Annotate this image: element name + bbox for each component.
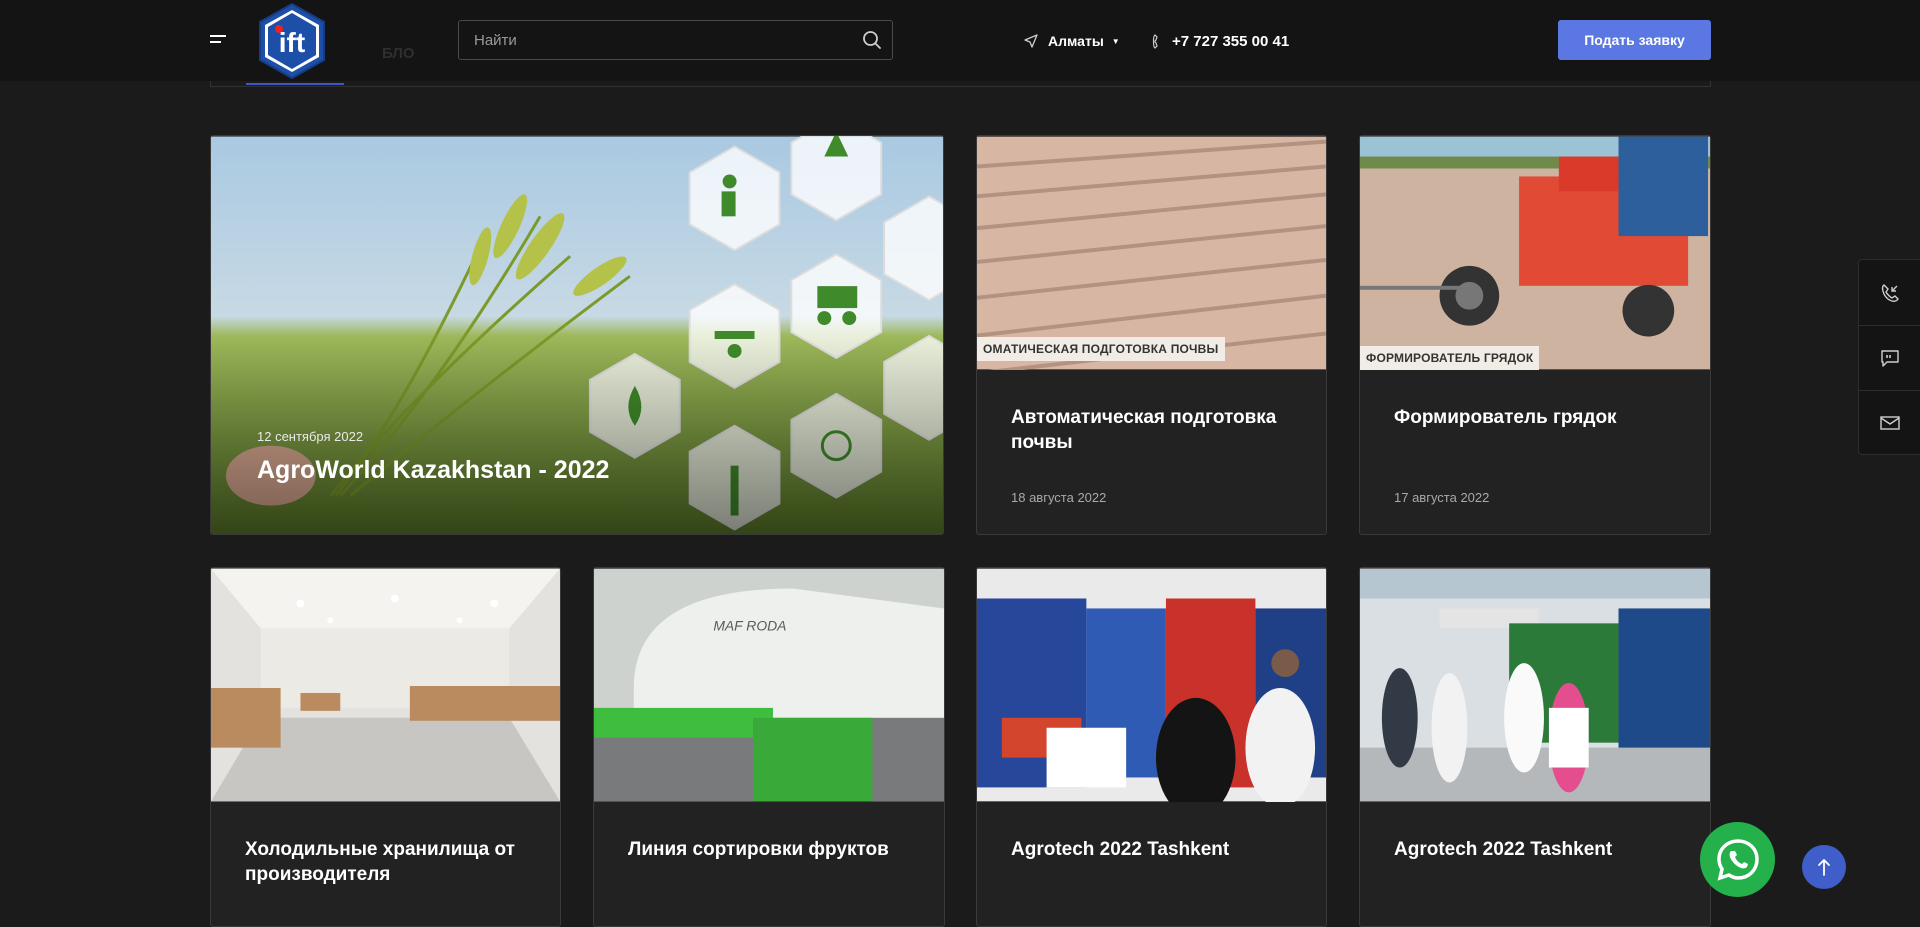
tab-ghost-label[interactable]: БЛО [382,45,415,62]
arrow-up-icon [1818,859,1830,876]
phone-number: +7 727 355 00 41 [1172,32,1290,50]
news-card-title[interactable]: Agrotech 2022 Tashkent [1011,837,1291,862]
news-card-image-tag: ОМАТИЧЕСКАЯ ПОДГОТОВКА ПОЧВЫ [977,337,1225,361]
news-card-image [977,568,1326,802]
side-contact-panel [1858,259,1920,455]
news-card-date: 17 августа 2022 [1394,490,1490,505]
whatsapp-button[interactable] [1700,822,1775,897]
news-card-image [1360,136,1710,370]
news-card-image [211,568,560,802]
news-card[interactable]: ОМАТИЧЕСКАЯ ПОДГОТОВКА ПОЧВЫ Автоматичес… [976,135,1327,535]
whatsapp-icon [1716,838,1759,881]
featured-news-title[interactable]: AgroWorld Kazakhstan - 2022 [257,458,857,483]
svg-text:ift: ift [279,27,305,58]
phone-callback-icon [1881,283,1899,302]
side-chat-button[interactable] [1859,325,1920,390]
news-card-image [1360,568,1710,802]
news-card-title[interactable]: Холодильные хранилища от производителя [245,837,525,887]
site-header: ift Алматы ▼ +7 727 355 00 41 Подать зая… [0,0,1920,81]
news-card-image-tag: ФОРМИРОВАТЕЛЬ ГРЯДОК [1360,346,1540,370]
news-card-image: MAF RODA [594,568,944,802]
news-card[interactable]: MAF RODA Линия сортировки фруктов [593,567,945,927]
svg-text:MAF RODA: MAF RODA [713,617,786,633]
tabs-frame [210,81,1711,87]
search-icon[interactable] [862,30,882,50]
news-card-title[interactable]: Линия сортировки фруктов [628,837,908,862]
menu-burger-icon[interactable] [210,35,226,45]
location-arrow-icon [1024,34,1038,48]
side-mail-button[interactable] [1859,390,1920,455]
phone-icon [1152,33,1158,49]
featured-news-date: 12 сентября 2022 [257,429,364,444]
news-card-date: 18 августа 2022 [1011,490,1107,505]
mail-icon [1880,416,1900,430]
news-card[interactable]: ФОРМИРОВАТЕЛЬ ГРЯДОК Формирователь грядо… [1359,135,1711,535]
active-tab-indicator [246,83,344,85]
scroll-top-button[interactable] [1802,845,1846,889]
city-label: Алматы [1048,33,1104,49]
featured-news-card[interactable]: 12 сентября 2022 AgroWorld Kazakhstan - … [210,135,944,535]
caret-down-icon: ▼ [1111,36,1120,46]
chat-icon [1881,350,1899,367]
header-phone-link[interactable]: +7 727 355 00 41 [1152,31,1289,51]
search-box [458,20,893,60]
news-card[interactable]: Agrotech 2022 Tashkent [1359,567,1711,927]
side-callback-button[interactable] [1859,260,1920,325]
news-card[interactable]: Agrotech 2022 Tashkent [976,567,1327,927]
search-input[interactable] [459,21,839,59]
news-card-title[interactable]: Agrotech 2022 Tashkent [1394,837,1674,862]
news-card-title[interactable]: Автоматическая подготовка почвы [1011,405,1291,455]
site-logo[interactable]: ift [257,2,327,80]
news-card[interactable]: Холодильные хранилища от производителя [210,567,561,927]
city-selector[interactable]: Алматы ▼ [1024,31,1120,51]
apply-button[interactable]: Подать заявку [1558,20,1711,60]
news-card-title[interactable]: Формирователь грядок [1394,405,1674,430]
news-card-image [977,136,1326,370]
